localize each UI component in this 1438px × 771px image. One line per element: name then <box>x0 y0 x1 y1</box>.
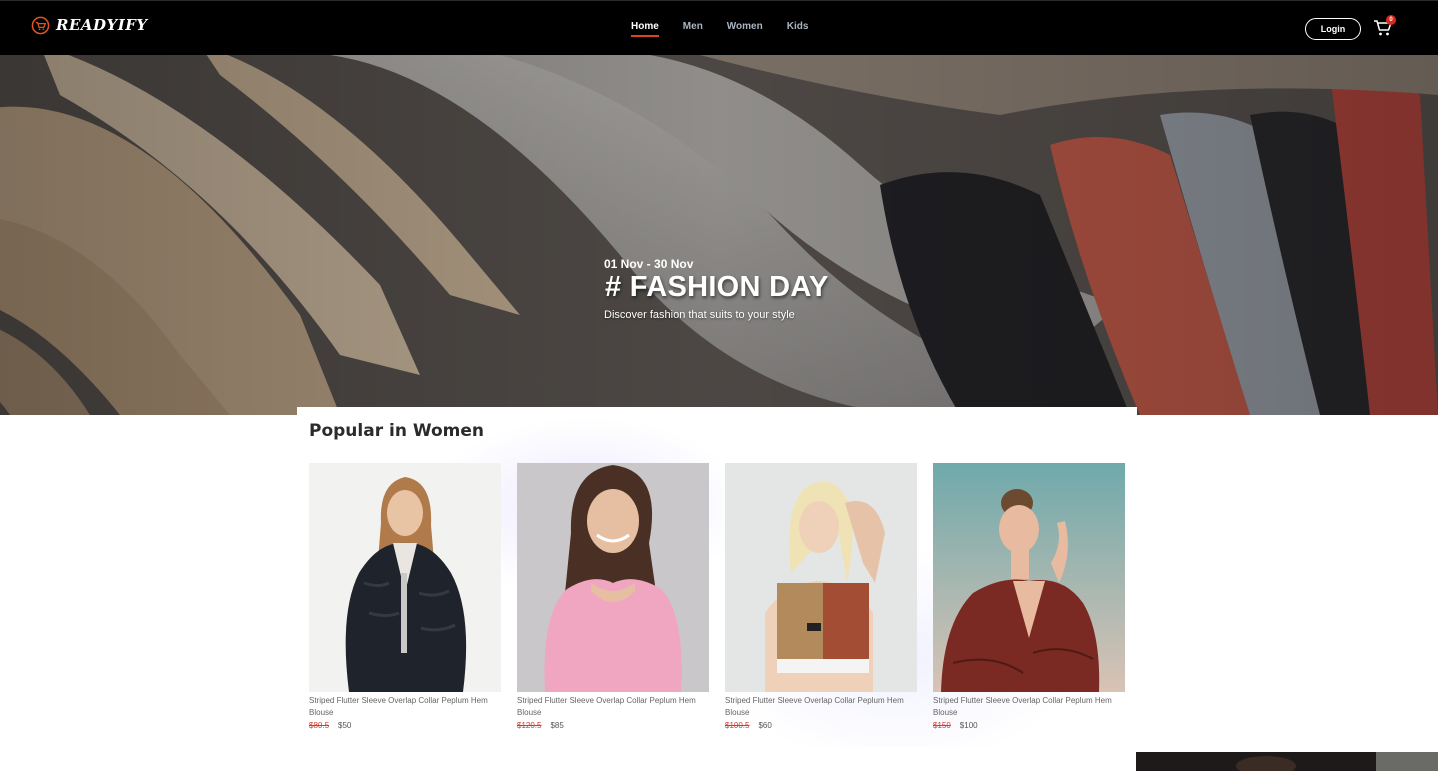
nav-women[interactable]: Women <box>727 21 763 37</box>
section-title: Popular in Women <box>309 421 485 441</box>
product-name[interactable]: Striped Flutter Sleeve Overlap Collar Pe… <box>517 695 703 719</box>
nav-kids[interactable]: Kids <box>787 21 809 37</box>
nav-men[interactable]: Men <box>683 21 703 37</box>
product-price: $100.5 $60 <box>725 721 917 730</box>
product-price: $120.5 $85 <box>517 721 709 730</box>
hero-subtitle: Discover fashion that suits to your styl… <box>604 309 795 321</box>
product-card[interactable]: Striped Flutter Sleeve Overlap Collar Pe… <box>517 463 709 730</box>
new-price: $50 <box>338 721 352 730</box>
nav-home[interactable]: Home <box>631 21 659 37</box>
product-card[interactable]: Striped Flutter Sleeve Overlap Collar Pe… <box>725 463 917 730</box>
product-name[interactable]: Striped Flutter Sleeve Overlap Collar Pe… <box>309 695 495 719</box>
cart-logo-icon <box>31 16 50 34</box>
popular-women-section: Popular in Women Striped Flutter Sleeve … <box>297 407 1137 747</box>
product-card[interactable]: Striped Flutter Sleeve Overlap Collar Pe… <box>933 463 1125 730</box>
new-price: $100 <box>959 721 978 730</box>
hero-banner: 01 Nov - 30 Nov # FASHION DAY Discover f… <box>0 55 1438 415</box>
product-name[interactable]: Striped Flutter Sleeve Overlap Collar Pe… <box>725 695 911 719</box>
main-nav: Home Men Women Kids <box>631 21 808 37</box>
product-price: $80.5 $50 <box>309 721 501 730</box>
product-image[interactable] <box>933 463 1125 692</box>
new-price: $85 <box>550 721 564 730</box>
product-card[interactable]: Striped Flutter Sleeve Overlap Collar Pe… <box>309 463 501 730</box>
product-name[interactable]: Striped Flutter Sleeve Overlap Collar Pe… <box>933 695 1119 719</box>
old-price: $100.5 <box>725 721 750 730</box>
hero-date-range: 01 Nov - 30 Nov <box>604 257 694 271</box>
product-price: $150 $100 <box>933 721 1125 730</box>
login-button[interactable]: Login <box>1305 18 1361 40</box>
old-price: $80.5 <box>309 721 330 730</box>
hero-background-image <box>0 55 1438 415</box>
brand-logo[interactable]: READYIFY <box>31 13 148 37</box>
product-image[interactable] <box>309 463 501 692</box>
hero-title: # FASHION DAY <box>605 271 829 303</box>
top-navbar: READYIFY Home Men Women Kids Login 0 <box>0 0 1438 55</box>
next-section-image <box>1136 752 1438 771</box>
cart-count-badge: 0 <box>1386 15 1396 25</box>
old-price: $120.5 <box>517 721 542 730</box>
brand-name: READYIFY <box>56 16 148 34</box>
new-price: $60 <box>758 721 772 730</box>
old-price: $150 <box>933 721 951 730</box>
product-image[interactable] <box>725 463 917 692</box>
product-image[interactable] <box>517 463 709 692</box>
